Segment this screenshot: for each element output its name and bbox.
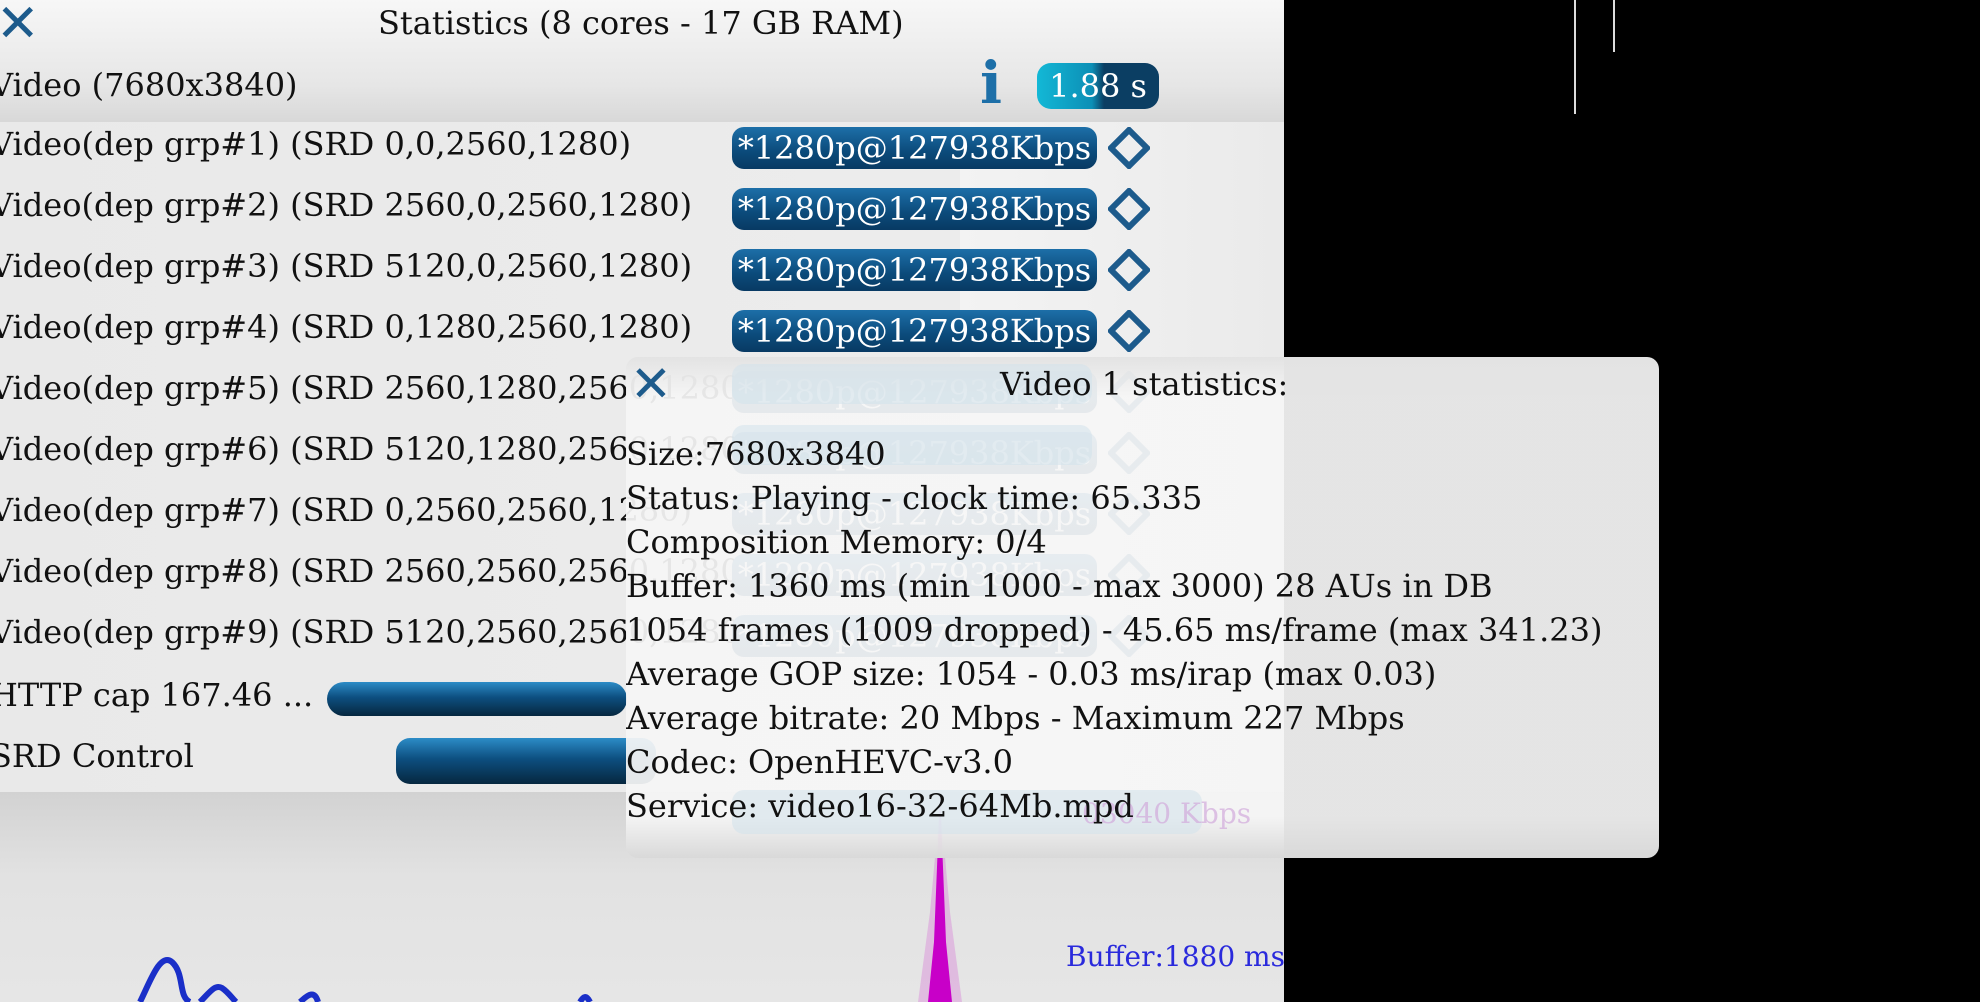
close-icon[interactable]: ✕ (0, 0, 40, 50)
diamond-icon[interactable] (1106, 186, 1152, 232)
track-label: Video(dep grp#2) (SRD 2560,0,2560,1280) (0, 186, 693, 224)
quality-selector[interactable]: *1280p@127938Kbps (732, 249, 1097, 291)
http-cap-label: HTTP cap 167.46 ... (0, 676, 314, 714)
signal-curve (137, 957, 593, 1002)
video-stats-line: Status: Playing - clock time: 65.335 (626, 479, 1203, 517)
buffer-label: Buffer:1880 ms (1066, 940, 1284, 973)
diamond-icon[interactable] (1106, 308, 1152, 354)
time-indicator: 1.88 s (1037, 63, 1159, 109)
info-icon[interactable]: i (980, 54, 1002, 112)
srd-control-slider[interactable] (396, 738, 656, 784)
quality-selector[interactable]: *1280p@127938Kbps (732, 310, 1097, 352)
diamond-icon[interactable] (1106, 247, 1152, 293)
video-stats-line: Codec: OpenHEVC-v3.0 (626, 743, 1013, 781)
divider-line (1613, 0, 1615, 52)
quality-selector[interactable]: *1280p@127938Kbps (732, 188, 1097, 230)
video-stats-line: Composition Memory: 0/4 (626, 523, 1047, 561)
video-stats-line: Size:7680x3840 (626, 435, 886, 473)
video-label: Video (7680x3840) (0, 66, 298, 104)
srd-control-label: SRD Control (0, 737, 194, 775)
track-label: Video(dep grp#7) (SRD 0,2560,2560,1280) (0, 491, 693, 529)
stage: ✕ Statistics (8 cores - 17 GB RAM) Video… (0, 0, 1980, 1002)
panel-title: Statistics (8 cores - 17 GB RAM) (378, 4, 904, 42)
track-label: Video(dep grp#1) (SRD 0,0,2560,1280) (0, 125, 632, 163)
video-stats-window: 03040 Kbps ✕ Video 1 statistics: Size:76… (626, 357, 1659, 858)
quality-selector[interactable]: *1280p@127938Kbps (732, 127, 1097, 169)
track-label: Video(dep grp#3) (SRD 5120,0,2560,1280) (0, 247, 693, 285)
close-icon[interactable]: ✕ (630, 359, 672, 409)
http-cap-slider[interactable] (327, 682, 627, 716)
video-stats-line: 1054 frames (1009 dropped) - 45.65 ms/fr… (626, 611, 1603, 649)
diamond-icon[interactable] (1106, 125, 1152, 171)
video-stats-title: Video 1 statistics: (1000, 365, 1289, 403)
time-value: 1.88 s (1049, 67, 1147, 105)
track-label: Video(dep grp#4) (SRD 0,1280,2560,1280) (0, 308, 693, 346)
divider-line (1574, 0, 1576, 114)
video-stats-line: Average bitrate: 20 Mbps - Maximum 227 M… (626, 699, 1405, 737)
video-stats-line: Buffer: 1360 ms (min 1000 - max 3000) 28… (626, 567, 1493, 605)
video-stats-line: Average GOP size: 1054 - 0.03 ms/irap (m… (626, 655, 1437, 693)
video-stats-line: Service: video16-32-64Mb.mpd (626, 787, 1134, 825)
